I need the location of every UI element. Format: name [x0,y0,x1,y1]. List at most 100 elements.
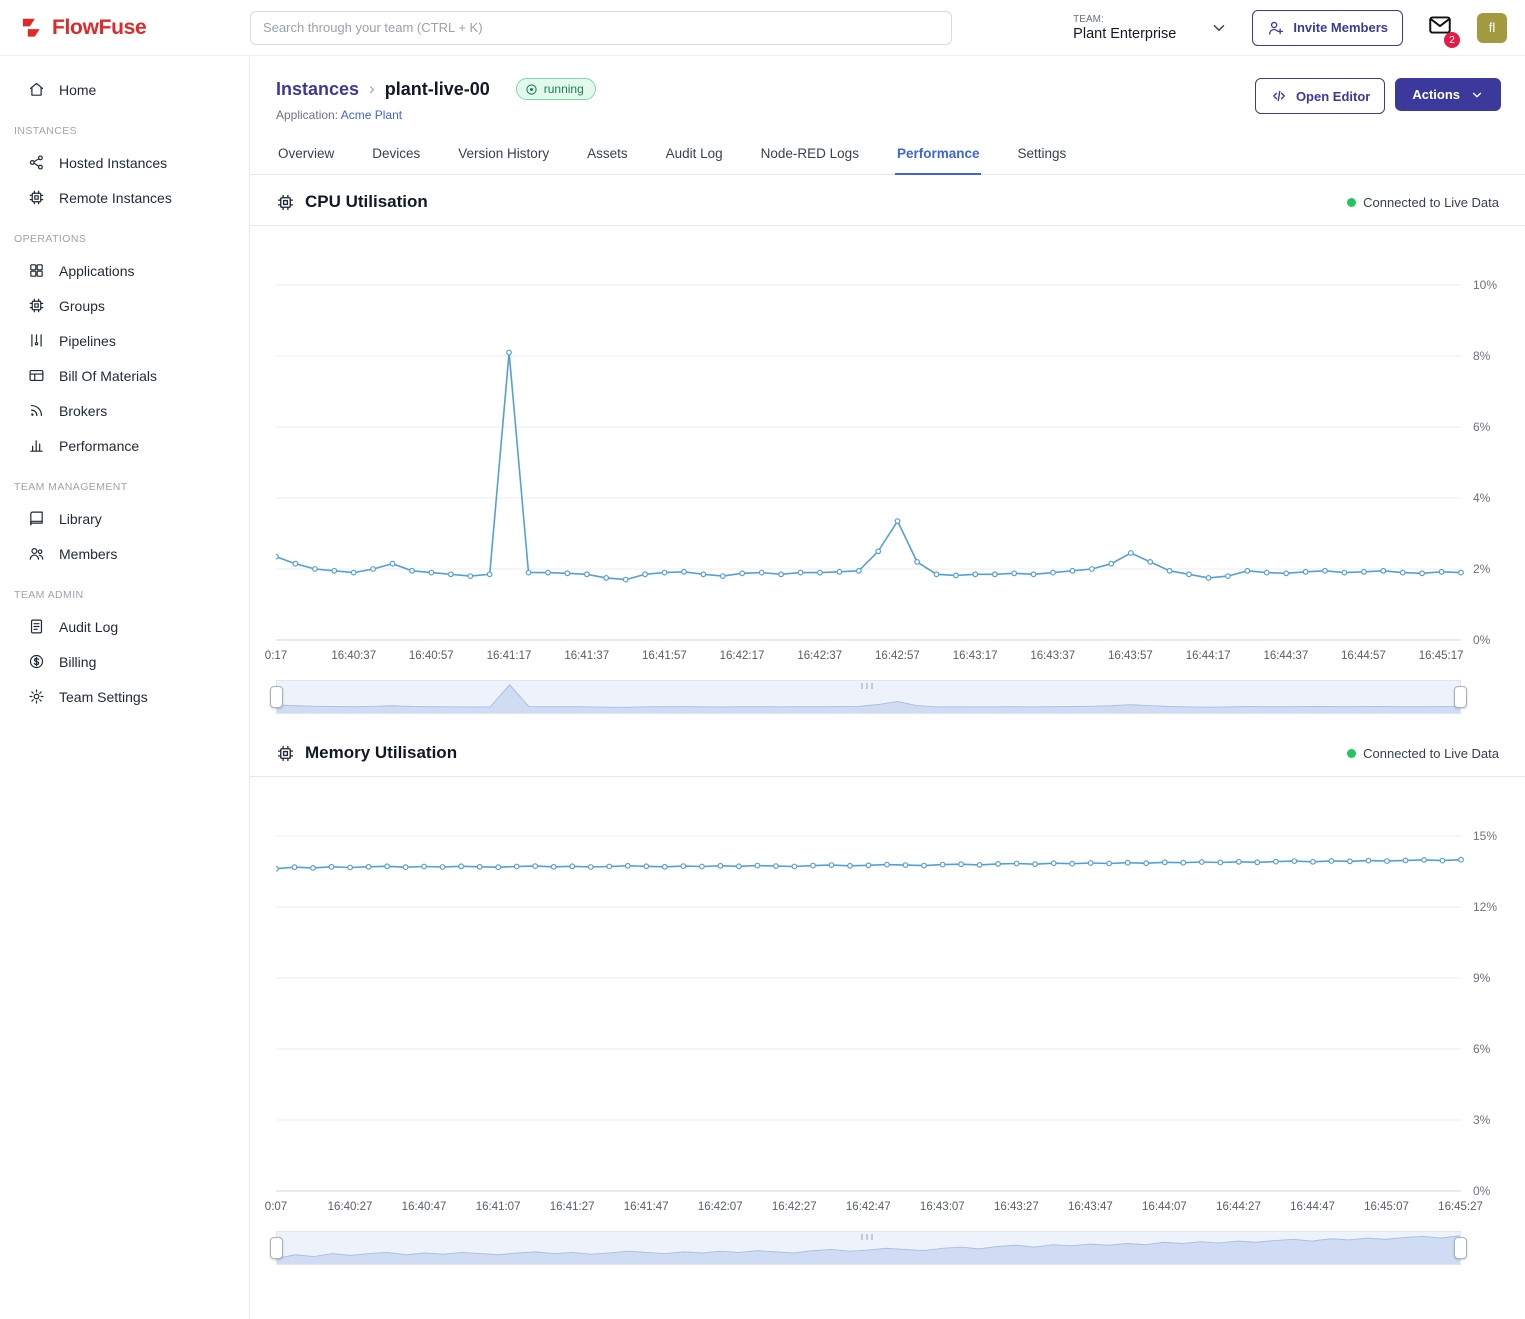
zoom-handle-left[interactable] [270,686,283,708]
team-selector[interactable]: TEAM: Plant Enterprise [1073,14,1228,42]
zoom-handle-right[interactable] [1454,1237,1467,1259]
tab-audit-log[interactable]: Audit Log [664,134,725,175]
x-axis-tick-label: 16:41:47 [624,1201,669,1213]
x-axis-tick-label: 16:40:57 [409,650,454,662]
breadcrumb: Instances › plant-live-00 running [276,78,596,100]
memory-chart-header: Memory UtilisationConnected to Live Data [250,726,1525,777]
sidebar-item-label: Remote Instances [59,190,172,206]
breadcrumb-instances[interactable]: Instances [276,79,359,100]
dollar-icon [28,653,45,670]
invite-members-button[interactable]: Invite Members [1252,10,1403,46]
tab-devices[interactable]: Devices [370,134,422,175]
sidebar-item-library[interactable]: Library [0,501,249,536]
sidebar-item-pipelines[interactable]: Pipelines [0,323,249,358]
sidebar-item-home[interactable]: Home [0,72,249,107]
tab-performance[interactable]: Performance [895,134,982,175]
x-axis-tick-label: 16:44:47 [1290,1201,1335,1213]
x-axis-tick-label: 16:44:37 [1263,650,1308,662]
zoom-grip[interactable] [862,683,875,689]
svg-text:9%: 9% [1473,971,1491,985]
x-axis-tick-label: 16:41:37 [564,650,609,662]
sidebar-item-label: Applications [59,263,135,279]
sidebar-item-team-settings[interactable]: Team Settings [0,679,249,714]
cpu-chart-icon [276,193,295,212]
x-axis-tick-label: 16:44:17 [1186,650,1231,662]
svg-text:15%: 15% [1473,829,1497,843]
instance-tabs: Overview Devices Version History Assets Audi… [250,134,1525,175]
x-axis-tick-label: 16:45:27 [1438,1201,1483,1213]
x-axis-tick-label: 16:41:57 [642,650,687,662]
x-axis-tick-label: 16:40:27 [328,1201,373,1213]
topbar: FlowFuse TEAM: Plant Enterprise Invite M… [0,0,1525,56]
tab-settings[interactable]: Settings [1015,134,1068,175]
sidebar-item-label: Brokers [59,403,107,419]
chart-icon [28,437,45,454]
tab-version-history[interactable]: Version History [456,134,551,175]
invite-user-icon [1267,19,1285,37]
tab-overview[interactable]: Overview [276,134,336,175]
actions-label: Actions [1412,87,1460,102]
open-editor-button[interactable]: Open Editor [1255,78,1385,114]
chip-icon [28,189,45,206]
x-axis-tick-label: 16:42:07 [698,1201,743,1213]
avatar[interactable]: fl [1477,13,1507,43]
sidebar-item-label: Library [59,511,102,527]
sidebar-item-label: Pipelines [59,333,116,349]
sidebar-item-members[interactable]: Members [0,536,249,571]
memory-chart-area: 0%3%6%9%12%15%0:0716:40:2716:40:4716:41:… [250,777,1525,1265]
page-header: Instances › plant-live-00 running Applic… [250,56,1525,122]
sidebar-item-billing[interactable]: Billing [0,644,249,679]
svg-text:0%: 0% [1473,1184,1491,1198]
application-label: Application: [276,108,338,122]
sidebar-item-brokers[interactable]: Brokers [0,393,249,428]
x-axis-tick-label: 16:45:07 [1364,1201,1409,1213]
svg-text:2%: 2% [1473,562,1491,576]
x-axis-tick-label: 16:42:37 [797,650,842,662]
editor-icon [1270,87,1288,105]
team-label: TEAM: [1073,14,1176,25]
application-link[interactable]: Acme Plant [341,108,402,122]
app-logo[interactable]: FlowFuse [18,15,250,41]
chip-icon [28,297,45,314]
zoom-handle-left[interactable] [270,1237,283,1259]
sidebar-item-remote-instances[interactable]: Remote Instances [0,180,249,215]
sidebar-item-groups[interactable]: Groups [0,288,249,323]
pipelines-icon [28,332,45,349]
notifications-button[interactable]: 2 [1427,12,1453,43]
x-axis-tick-label: 16:44:27 [1216,1201,1261,1213]
tab-node-red-logs[interactable]: Node-RED Logs [759,134,861,175]
memory-live-status: Connected to Live Data [1347,746,1499,761]
actions-button[interactable]: Actions [1395,78,1501,111]
x-axis-tick-label: 16:43:37 [1030,650,1075,662]
chevron-down-icon [1210,19,1228,37]
zoom-grip[interactable] [862,1234,875,1240]
invite-members-label: Invite Members [1293,20,1388,35]
x-axis-tick-label: 16:43:57 [1108,650,1153,662]
sidebar-item-label: Members [59,546,117,562]
zoom-handle-right[interactable] [1454,686,1467,708]
memory-zoom-brush[interactable] [276,1231,1461,1265]
cpu-chart-header: CPU UtilisationConnected to Live Data [250,175,1525,226]
cpu-zoom-brush[interactable] [276,680,1461,714]
sidebar-item-applications[interactable]: Applications [0,253,249,288]
x-axis-tick-label: 0:17 [265,650,287,662]
x-axis-tick-label: 16:43:27 [994,1201,1039,1213]
status-label: running [544,82,584,96]
gear-icon [28,688,45,705]
sidebar-item-audit-log[interactable]: Audit Log [0,609,249,644]
sidebar-item-label: Groups [59,298,105,314]
x-axis-tick-label: 16:43:47 [1068,1201,1113,1213]
breadcrumb-separator: › [369,79,375,99]
sidebar-item-label: Billing [59,654,96,670]
x-axis-tick-label: 0:07 [265,1201,287,1213]
sidebar-item-bill-of-materials[interactable]: Bill Of Materials [0,358,249,393]
x-axis-tick-label: 16:45:17 [1419,650,1464,662]
sidebar-item-performance[interactable]: Performance [0,428,249,463]
sidebar-item-hosted-instances[interactable]: Hosted Instances [0,145,249,180]
search-input[interactable] [250,11,952,45]
live-status-label: Connected to Live Data [1363,746,1499,761]
users-icon [28,545,45,562]
memory-chart-icon [276,744,295,763]
sidebar-section-operations: OPERATIONS [0,215,249,253]
tab-assets[interactable]: Assets [585,134,630,175]
